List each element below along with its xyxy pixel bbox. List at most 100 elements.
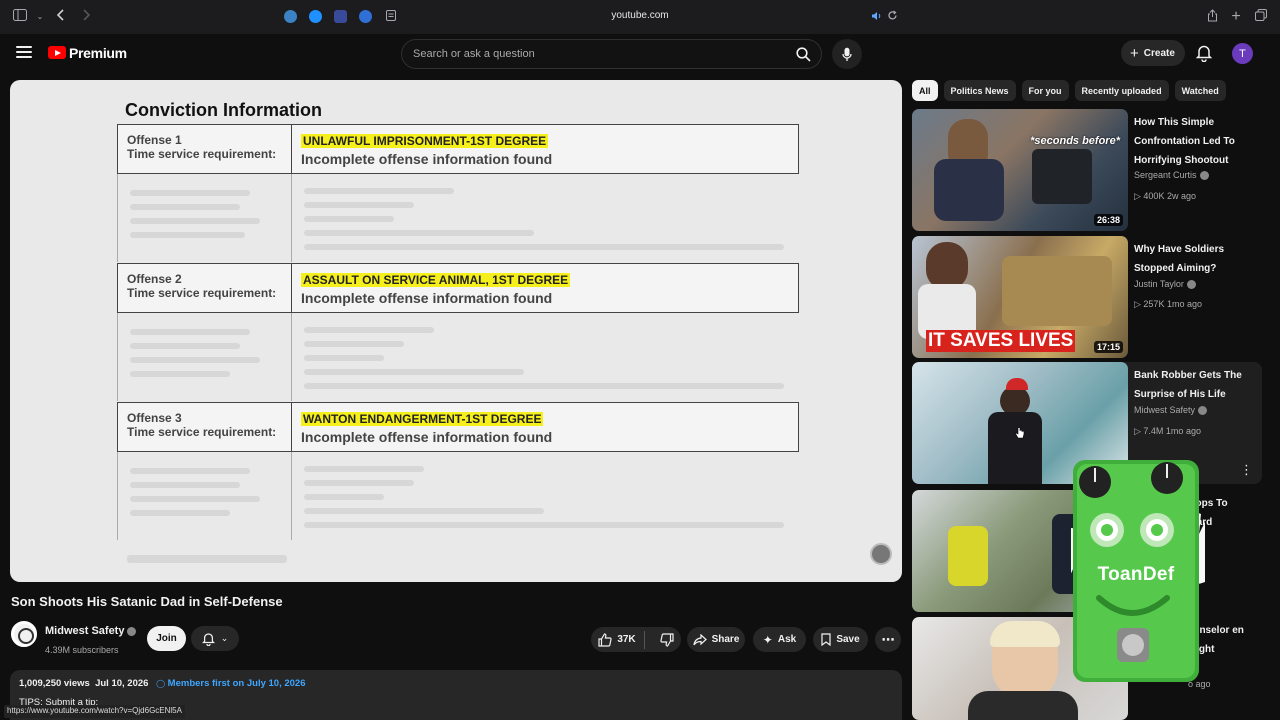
channel-name[interactable]: Midwest Safety xyxy=(1134,405,1208,416)
status-bar-url: https://www.youtube.com/watch?v=Qjd6GcEN… xyxy=(4,705,185,718)
offense-label: Offense 1 xyxy=(127,133,182,147)
chip-politics-news[interactable]: Politics News xyxy=(943,80,1016,101)
address-bar[interactable]: youtube.com xyxy=(560,10,720,21)
back-icon[interactable] xyxy=(53,9,69,25)
search-placeholder: Search or ask a question xyxy=(413,48,535,60)
browser-toolbar: ⌄ youtube.com + xyxy=(0,0,1280,34)
reload-icon[interactable] xyxy=(884,9,900,25)
sparkle-icon: ✦ xyxy=(762,632,773,647)
video-thumbnail[interactable]: *seconds before* 26:38 xyxy=(912,109,1128,231)
like-dislike-button[interactable]: 37K xyxy=(591,627,681,652)
audio-playing-icon[interactable] xyxy=(869,9,885,25)
youtube-logo-icon[interactable] xyxy=(48,46,66,59)
extension-icon[interactable] xyxy=(309,10,322,23)
document-title: Conviction Information xyxy=(125,100,322,120)
members-first-label: ◯ Members first on July 10, 2026 xyxy=(156,678,306,689)
channel-watermark-icon[interactable] xyxy=(870,543,892,565)
share-icon[interactable] xyxy=(1204,9,1220,25)
microphone-icon[interactable] xyxy=(832,39,862,69)
video-player[interactable]: Conviction Information Offense 1 Time ser… xyxy=(10,80,902,582)
video-frame-document: Conviction Information Offense 1 Time ser… xyxy=(117,80,807,582)
thumbnail-caption: *seconds before* xyxy=(1030,135,1120,147)
create-button[interactable]: + Create xyxy=(1121,40,1185,66)
sidebar-toggle-icon[interactable] xyxy=(12,9,28,25)
requirement-label: Time service requirement: xyxy=(127,286,277,300)
youtube-header: Premium Search or ask a question + Create… xyxy=(0,34,1280,74)
video-title: Son Shoots His Satanic Dad in Self-Defen… xyxy=(11,594,283,609)
more-options-icon[interactable]: ⋮ xyxy=(1240,462,1253,478)
video-meta: ▷ 257K 1mo ago xyxy=(1134,299,1202,309)
chip-recently-uploaded[interactable]: Recently uploaded xyxy=(1074,80,1169,101)
offense-label: Offense 2 xyxy=(127,272,182,286)
extension-icon[interactable] xyxy=(284,10,297,23)
offense-row: Offense 3 Time service requirement: WANTO… xyxy=(117,402,799,452)
channel-name[interactable]: Midwest Safety xyxy=(45,625,137,637)
recommended-video[interactable]: IT SAVES LIVES 17:15 Why Have Soldiers S… xyxy=(912,236,1262,358)
blurred-details xyxy=(117,313,799,401)
verified-icon xyxy=(127,626,137,636)
offense-charge: UNLAWFUL IMPRISONMENT-1ST DEGREE xyxy=(301,134,549,148)
mascot-overlay-graphic: ToanDef xyxy=(1027,452,1225,682)
thumbs-down-icon xyxy=(660,632,674,647)
video-meta: ▷ 400K 2w ago xyxy=(1134,191,1196,201)
forward-icon[interactable] xyxy=(78,9,94,25)
search-icon[interactable] xyxy=(785,40,821,68)
offense-label: Offense 3 xyxy=(127,411,182,425)
join-button[interactable]: Join xyxy=(147,626,186,651)
video-meta: ▷ 7.4M 1mo ago xyxy=(1134,426,1201,436)
search-input[interactable]: Search or ask a question xyxy=(401,39,822,69)
bell-icon xyxy=(201,632,215,646)
chevron-down-icon[interactable]: ⌄ xyxy=(32,9,48,25)
offense-message: Incomplete offense information found xyxy=(301,151,553,167)
chip-watched[interactable]: Watched xyxy=(1174,80,1226,101)
create-label: Create xyxy=(1143,47,1175,59)
account-avatar[interactable]: T xyxy=(1232,43,1253,64)
video-title-link[interactable]: Bank Robber Gets The Surprise of His Lif… xyxy=(1134,366,1258,404)
channel-avatar[interactable] xyxy=(11,621,37,647)
offense-charge: ASSAULT ON SERVICE ANIMAL, 1ST DEGREE xyxy=(301,273,571,287)
video-thumbnail[interactable]: IT SAVES LIVES 17:15 xyxy=(912,236,1128,358)
offense-row: Offense 1 Time service requirement: UNLAW… xyxy=(117,124,799,174)
thumbs-up-icon xyxy=(598,632,612,647)
offense-message: Incomplete offense information found xyxy=(301,290,553,306)
filter-chips: All Politics News For you Recently uploa… xyxy=(912,80,1226,101)
subscriber-count: 4.39M subscribers xyxy=(45,645,119,655)
share-button[interactable]: Share xyxy=(687,627,745,652)
tab-overview-icon[interactable] xyxy=(1253,9,1269,25)
brand-label[interactable]: Premium xyxy=(69,45,127,61)
cursor-hand-icon xyxy=(1015,426,1025,439)
duration-badge: 26:38 xyxy=(1093,214,1123,226)
offense-row: Offense 2 Time service requirement: ASSAU… xyxy=(117,263,799,313)
reader-icon[interactable] xyxy=(383,9,399,25)
view-stats: 1,009,250 views Jul 10, 2026 ◯ Members f… xyxy=(19,678,306,689)
blurred-details xyxy=(127,555,287,563)
chip-all[interactable]: All xyxy=(912,80,938,101)
more-actions-icon[interactable]: ⋯ xyxy=(875,627,901,652)
offense-message: Incomplete offense information found xyxy=(301,429,553,445)
bookmark-icon xyxy=(821,633,831,646)
duration-badge: 17:15 xyxy=(1093,341,1123,353)
offense-charge: WANTON ENDANGERMENT-1ST DEGREE xyxy=(301,412,544,426)
extension-icon[interactable] xyxy=(359,10,372,23)
notifications-bell-icon[interactable] xyxy=(1195,44,1213,63)
channel-name[interactable]: Justin Taylor xyxy=(1134,279,1196,290)
like-button[interactable]: 37K xyxy=(598,630,645,649)
new-tab-icon[interactable]: + xyxy=(1228,9,1244,25)
video-title-link[interactable]: How This Simple Confrontation Led To Hor… xyxy=(1134,113,1258,170)
recommended-video[interactable]: *seconds before* 26:38 How This Simple C… xyxy=(912,109,1262,231)
channel-name[interactable]: Sergeant Curtis xyxy=(1134,170,1209,181)
chip-for-you[interactable]: For you xyxy=(1021,80,1069,101)
like-count: 37K xyxy=(617,634,636,645)
subscription-bell-button[interactable]: ⌄ xyxy=(191,626,239,651)
dislike-button[interactable] xyxy=(650,632,674,647)
blurred-details xyxy=(117,452,799,540)
menu-icon[interactable] xyxy=(16,46,32,58)
video-title-link[interactable]: Why Have Soldiers Stopped Aiming? xyxy=(1134,240,1258,278)
save-button[interactable]: Save xyxy=(813,627,868,652)
plus-icon: + xyxy=(1130,44,1139,62)
thumbnail-caption: IT SAVES LIVES xyxy=(926,330,1076,352)
extension-icon[interactable] xyxy=(334,10,347,23)
ask-button[interactable]: ✦ Ask xyxy=(753,627,806,652)
requirement-label: Time service requirement: xyxy=(127,425,277,439)
requirement-label: Time service requirement: xyxy=(127,147,277,161)
